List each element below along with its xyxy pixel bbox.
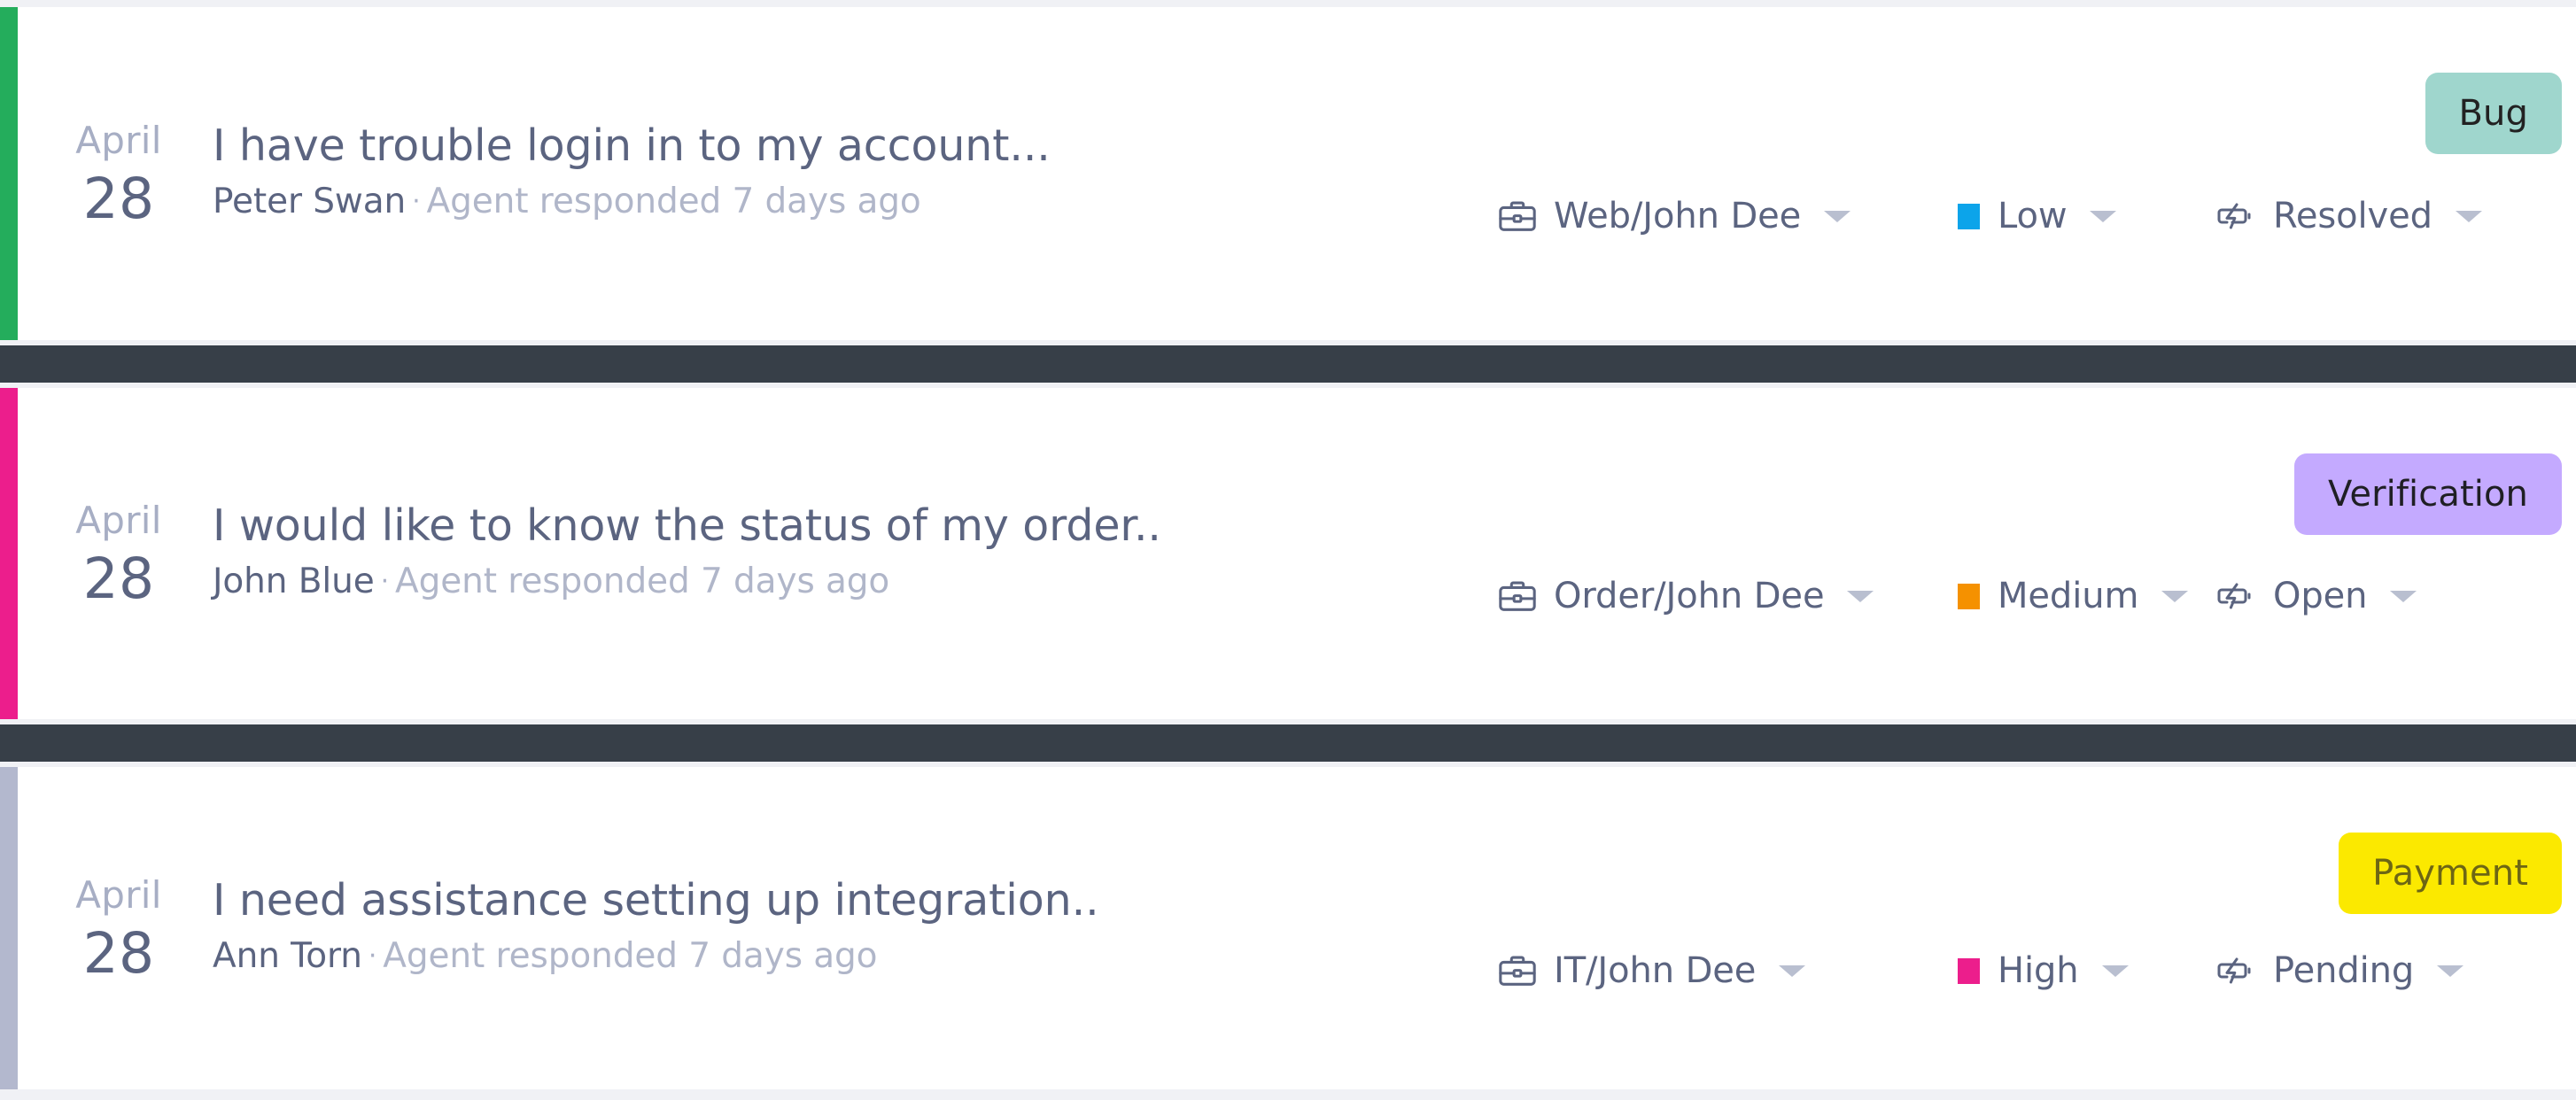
ticket-accent-bar	[0, 388, 18, 719]
ticket-main: I need assistance setting up integration…	[207, 872, 1497, 983]
ticket-dropdown-stack: IT/John Dee High Pending	[1497, 767, 2569, 1089]
chevron-down-icon[interactable]	[2455, 210, 2482, 222]
department-value: Order/John Dee	[1554, 576, 1825, 616]
priority-color-swatch	[1958, 583, 1980, 609]
ticket-meta: John Blue · Agent responded 7 days ago	[213, 554, 1497, 609]
ticket-badge-slot: Bug	[2425, 73, 2562, 154]
ticket-author: John Blue	[213, 562, 375, 602]
meta-separator-dot: ·	[412, 186, 421, 218]
ticket-accent-bar	[0, 7, 18, 340]
ticket-meta: Peter Swan · Agent responded 7 days ago	[213, 174, 1497, 229]
priority-dropdown[interactable]: High	[1958, 953, 2215, 988]
briefcase-icon	[1497, 196, 1538, 236]
briefcase-icon	[1497, 950, 1538, 991]
priority-color-swatch	[1958, 957, 1980, 984]
ticket-activity: Agent responded 7 days ago	[395, 562, 890, 602]
ticket-row[interactable]: April 28 I have trouble login in to my a…	[0, 7, 2576, 340]
status-value: Open	[2273, 576, 2368, 616]
ticket-dropdown-group: IT/John Dee High Pending	[1497, 949, 2569, 992]
ticket-author: Peter Swan	[213, 182, 407, 222]
ticket-controls: Payment IT/John Dee High Pending	[1497, 767, 2569, 1089]
ticket-date: April 28	[18, 870, 207, 987]
ticket-category-badge[interactable]: Payment	[2339, 833, 2562, 914]
chevron-down-icon[interactable]	[1824, 210, 1851, 222]
chevron-down-icon[interactable]	[2437, 964, 2464, 977]
meta-separator-dot: ·	[380, 566, 390, 598]
priority-value: High	[1998, 950, 2079, 991]
bottom-gutter	[0, 1089, 2576, 1100]
ticket-date-month: April	[75, 498, 162, 542]
priority-dropdown[interactable]: Low	[1958, 198, 2215, 234]
priority-dropdown[interactable]: Medium	[1958, 578, 2215, 614]
ticket-category-badge[interactable]: Verification	[2294, 453, 2562, 535]
department-dropdown[interactable]: IT/John Dee	[1497, 950, 1958, 991]
ticket-author: Ann Torn	[213, 936, 362, 977]
chevron-down-icon[interactable]	[2161, 590, 2189, 602]
ticket-date-day: 28	[82, 546, 155, 611]
ticket-date-day: 28	[82, 920, 155, 986]
ticket-dropdown-group: Order/John Dee Medium Open	[1497, 575, 2569, 617]
battery-charging-icon	[2215, 195, 2257, 237]
ticket-meta: Ann Torn · Agent responded 7 days ago	[213, 929, 1497, 984]
ticket-dropdown-stack: Order/John Dee Medium Open	[1497, 388, 2569, 719]
ticket-dropdown-stack: Web/John Dee Low Resolved	[1497, 7, 2569, 340]
priority-color-swatch	[1958, 203, 1980, 229]
status-dropdown[interactable]: Resolved	[2215, 195, 2569, 237]
ticket-row[interactable]: April 28 I need assistance setting up in…	[0, 767, 2576, 1089]
ticket-subject[interactable]: I would like to know the status of my or…	[213, 498, 1497, 554]
ticket-date: April 28	[18, 115, 207, 232]
ticket-accent-bar	[0, 767, 18, 1089]
ticket-main: I would like to know the status of my or…	[207, 498, 1497, 608]
department-value: IT/John Dee	[1554, 950, 1757, 991]
chevron-down-icon[interactable]	[2101, 964, 2129, 977]
ticket-category-badge[interactable]: Bug	[2425, 73, 2562, 154]
ticket-activity: Agent responded 7 days ago	[426, 182, 921, 222]
row-separator	[0, 345, 2576, 383]
department-dropdown[interactable]: Order/John Dee	[1497, 576, 1958, 616]
priority-value: Medium	[1998, 576, 2139, 616]
ticket-date: April 28	[18, 495, 207, 612]
ticket-subject[interactable]: I have trouble login in to my account...	[213, 118, 1497, 174]
ticket-row[interactable]: April 28 I would like to know the status…	[0, 388, 2576, 719]
ticket-dropdown-group: Web/John Dee Low Resolved	[1497, 195, 2569, 237]
ticket-list: April 28 I have trouble login in to my a…	[0, 0, 2576, 1100]
department-value: Web/John Dee	[1554, 196, 1802, 236]
ticket-subject[interactable]: I need assistance setting up integration…	[213, 872, 1497, 929]
battery-charging-icon	[2215, 949, 2257, 992]
status-dropdown[interactable]: Open	[2215, 575, 2569, 617]
ticket-controls: Verification Order/John Dee Medium Open	[1497, 388, 2569, 719]
ticket-badge-slot: Verification	[2294, 453, 2562, 535]
ticket-badge-slot: Payment	[2339, 833, 2562, 914]
ticket-activity: Agent responded 7 days ago	[383, 936, 878, 977]
ticket-date-month: April	[75, 118, 162, 162]
ticket-controls: Bug Web/John Dee Low Resolved	[1497, 7, 2569, 340]
meta-separator-dot: ·	[368, 941, 377, 972]
ticket-date-day: 28	[82, 166, 155, 231]
status-dropdown[interactable]: Pending	[2215, 949, 2569, 992]
ticket-main: I have trouble login in to my account...…	[207, 118, 1497, 229]
status-value: Pending	[2273, 950, 2415, 991]
chevron-down-icon[interactable]	[1847, 590, 1874, 602]
chevron-down-icon[interactable]	[2390, 590, 2417, 602]
chevron-down-icon[interactable]	[1779, 964, 1806, 977]
battery-charging-icon	[2215, 575, 2257, 617]
row-separator	[0, 724, 2576, 762]
top-gutter	[0, 0, 2576, 7]
briefcase-icon	[1497, 576, 1538, 616]
priority-value: Low	[1998, 196, 2068, 236]
status-value: Resolved	[2273, 196, 2432, 236]
department-dropdown[interactable]: Web/John Dee	[1497, 196, 1958, 236]
chevron-down-icon[interactable]	[2090, 210, 2117, 222]
ticket-date-month: April	[75, 872, 162, 917]
